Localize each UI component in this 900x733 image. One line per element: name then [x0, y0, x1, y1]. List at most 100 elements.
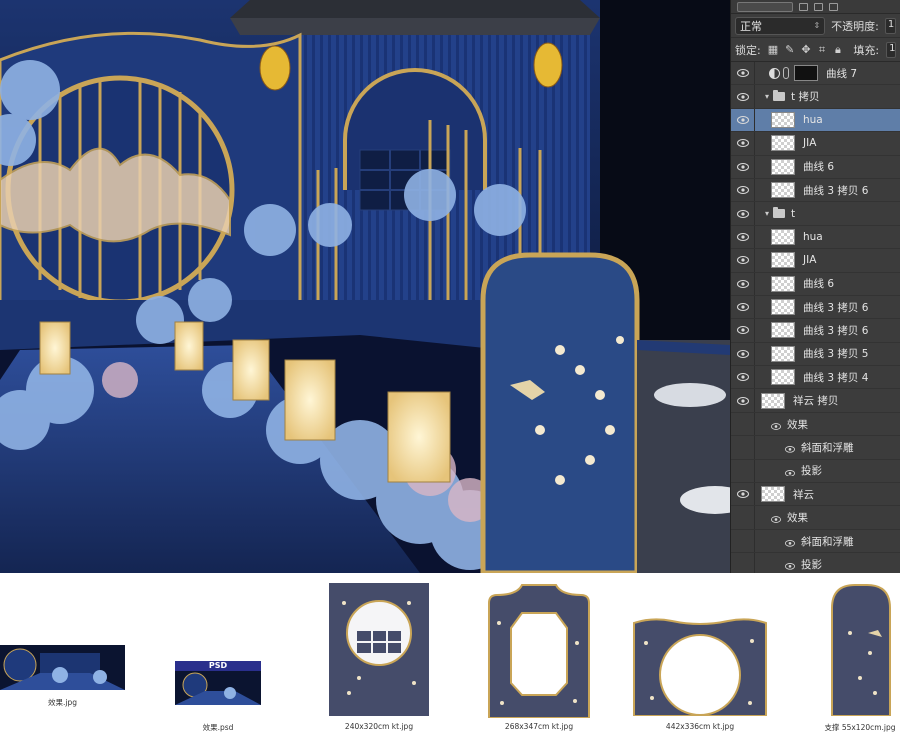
layer-row[interactable]: hua	[731, 108, 900, 133]
lock-all-icon[interactable]: 🔒︎	[833, 43, 842, 56]
visibility-eye-icon[interactable]	[731, 178, 755, 202]
file-label: 442x336cm kt.jpg	[665, 722, 735, 731]
lock-paint-icon[interactable]: ✎	[785, 43, 794, 56]
blend-row: 正常 ⇕ 不透明度: 1	[731, 14, 900, 38]
layer-name: 曲线 3 拷贝 6	[803, 301, 869, 314]
visibility-eye-icon[interactable]	[731, 483, 755, 506]
layer-row[interactable]: 曲线 3 拷贝 5	[731, 342, 900, 367]
layer-row[interactable]: 曲线 7	[731, 62, 900, 86]
moon-window-panel-thumbnail	[329, 583, 429, 716]
layer-row[interactable]: 祥云	[731, 483, 900, 507]
effect-eye-icon[interactable]	[785, 538, 795, 547]
visibility-eye-icon[interactable]	[731, 342, 755, 366]
layer-row[interactable]: 曲线 6	[731, 155, 900, 179]
visibility-eye-icon[interactable]	[731, 249, 755, 272]
visibility-eye-icon[interactable]	[731, 202, 755, 225]
file-item[interactable]	[487, 583, 591, 718]
file-label: 效果.psd	[202, 723, 234, 732]
layer-row[interactable]: 曲线 3 拷贝 6	[731, 319, 900, 343]
lock-artboard-icon[interactable]: ⌗	[818, 43, 827, 56]
layer-row[interactable]: 效果	[731, 412, 900, 437]
expand-caret-icon[interactable]: ▾	[765, 209, 769, 218]
fill-label: 填充:	[853, 43, 880, 57]
blend-mode-select[interactable]: 正常 ⇕	[735, 16, 826, 35]
layer-name: 斜面和浮雕	[801, 441, 854, 454]
layer-name: 曲线 3 拷贝 4	[803, 371, 869, 384]
lock-move-icon[interactable]: ✥	[801, 43, 810, 56]
layer-thumbnail	[771, 322, 795, 339]
expand-caret-icon[interactable]: ▾	[765, 92, 769, 101]
effects-eye-icon[interactable]	[771, 514, 781, 523]
visibility-eye-icon[interactable]	[731, 529, 755, 553]
effect-eye-icon[interactable]	[785, 467, 795, 477]
layer-name: 祥云 拷贝	[793, 395, 839, 408]
layer-row[interactable]: 曲线 3 拷贝 6	[731, 295, 900, 320]
visibility-eye-icon[interactable]	[731, 295, 755, 319]
filter-text-icon[interactable]	[829, 2, 838, 11]
layer-row[interactable]: ▾ t 拷贝	[731, 85, 900, 109]
file-item[interactable]	[830, 583, 892, 716]
visibility-eye-icon[interactable]	[731, 132, 755, 155]
link-chain-icon[interactable]	[783, 67, 789, 80]
layer-row[interactable]: JIA	[731, 249, 900, 273]
layer-name: JIA	[803, 137, 817, 150]
layer-row[interactable]: 投影	[731, 553, 900, 573]
round-window-panel-thumbnail	[633, 618, 767, 716]
visibility-eye-icon[interactable]	[731, 108, 755, 132]
visibility-eye-icon[interactable]	[731, 319, 755, 342]
document-canvas[interactable]	[0, 0, 730, 573]
layer-row[interactable]: hua	[731, 225, 900, 250]
file-item[interactable]	[0, 645, 125, 690]
visibility-eye-icon[interactable]	[731, 389, 755, 412]
layer-row[interactable]: 曲线 6	[731, 272, 900, 296]
visibility-eye-icon[interactable]	[731, 62, 755, 85]
psd-badge: PSD	[175, 661, 261, 671]
layer-name: 效果	[787, 512, 808, 525]
effects-eye-icon[interactable]	[771, 421, 781, 430]
visibility-eye-icon[interactable]	[731, 225, 755, 249]
layers-panel: 正常 ⇕ 不透明度: 1 锁定: ▦ ✎ ✥ ⌗ 🔒︎ 填充: 1 曲线 7 ▾ t…	[730, 0, 900, 573]
visibility-eye-icon[interactable]	[731, 459, 755, 483]
visibility-eye-icon[interactable]	[731, 366, 755, 389]
layer-mask-thumbnail	[794, 65, 818, 82]
filter-image-icon[interactable]	[799, 2, 808, 11]
filter-adjust-icon[interactable]	[814, 2, 823, 11]
file-label: 268x347cm kt.jpg	[504, 722, 574, 731]
effect-eye-icon[interactable]	[785, 561, 795, 570]
lock-transparent-icon[interactable]: ▦	[768, 43, 778, 56]
layer-name: 效果	[787, 418, 808, 431]
layer-name: 曲线 6	[803, 278, 835, 291]
layer-thumbnail	[771, 369, 795, 386]
visibility-eye-icon[interactable]	[731, 272, 755, 295]
effect-eye-icon[interactable]	[785, 444, 795, 453]
layer-row[interactable]: 斜面和浮雕	[731, 436, 900, 460]
panel-top-strip	[731, 0, 900, 14]
layer-row[interactable]: 效果	[731, 506, 900, 530]
layer-row[interactable]: 曲线 3 拷贝 6	[731, 178, 900, 203]
layer-thumbnail	[771, 228, 795, 245]
layer-row[interactable]: 投影	[731, 459, 900, 484]
visibility-eye-icon[interactable]	[731, 85, 755, 108]
visibility-eye-icon[interactable]	[731, 436, 755, 459]
visibility-eye-icon[interactable]	[731, 412, 755, 436]
layer-filter-dropdown[interactable]	[737, 1, 793, 12]
layer-row[interactable]: 祥云 拷贝	[731, 389, 900, 413]
file-label: 240x320cm kt.jpg	[344, 722, 414, 731]
layer-row[interactable]: ▾ t	[731, 202, 900, 226]
file-item[interactable]: PSD	[175, 661, 261, 705]
arch-support-panel-thumbnail	[831, 584, 891, 716]
layer-name: hua	[803, 113, 823, 126]
fill-field[interactable]: 1	[886, 41, 896, 58]
layer-row[interactable]: 曲线 3 拷贝 4	[731, 366, 900, 390]
lock-label: 锁定:	[735, 43, 761, 57]
layer-row[interactable]: JIA	[731, 132, 900, 156]
file-thumbnail-strip: 效果.jpg PSD 效果.psd 240x320cm kt.jpg 268x3…	[0, 573, 900, 732]
layer-row[interactable]: 斜面和浮雕	[731, 529, 900, 554]
file-item[interactable]	[329, 583, 429, 716]
file-item[interactable]	[632, 613, 768, 716]
visibility-eye-icon[interactable]	[731, 553, 755, 573]
layer-thumbnail	[771, 345, 795, 362]
visibility-eye-icon[interactable]	[731, 506, 755, 529]
opacity-field[interactable]: 1	[884, 17, 896, 34]
visibility-eye-icon[interactable]	[731, 155, 755, 178]
